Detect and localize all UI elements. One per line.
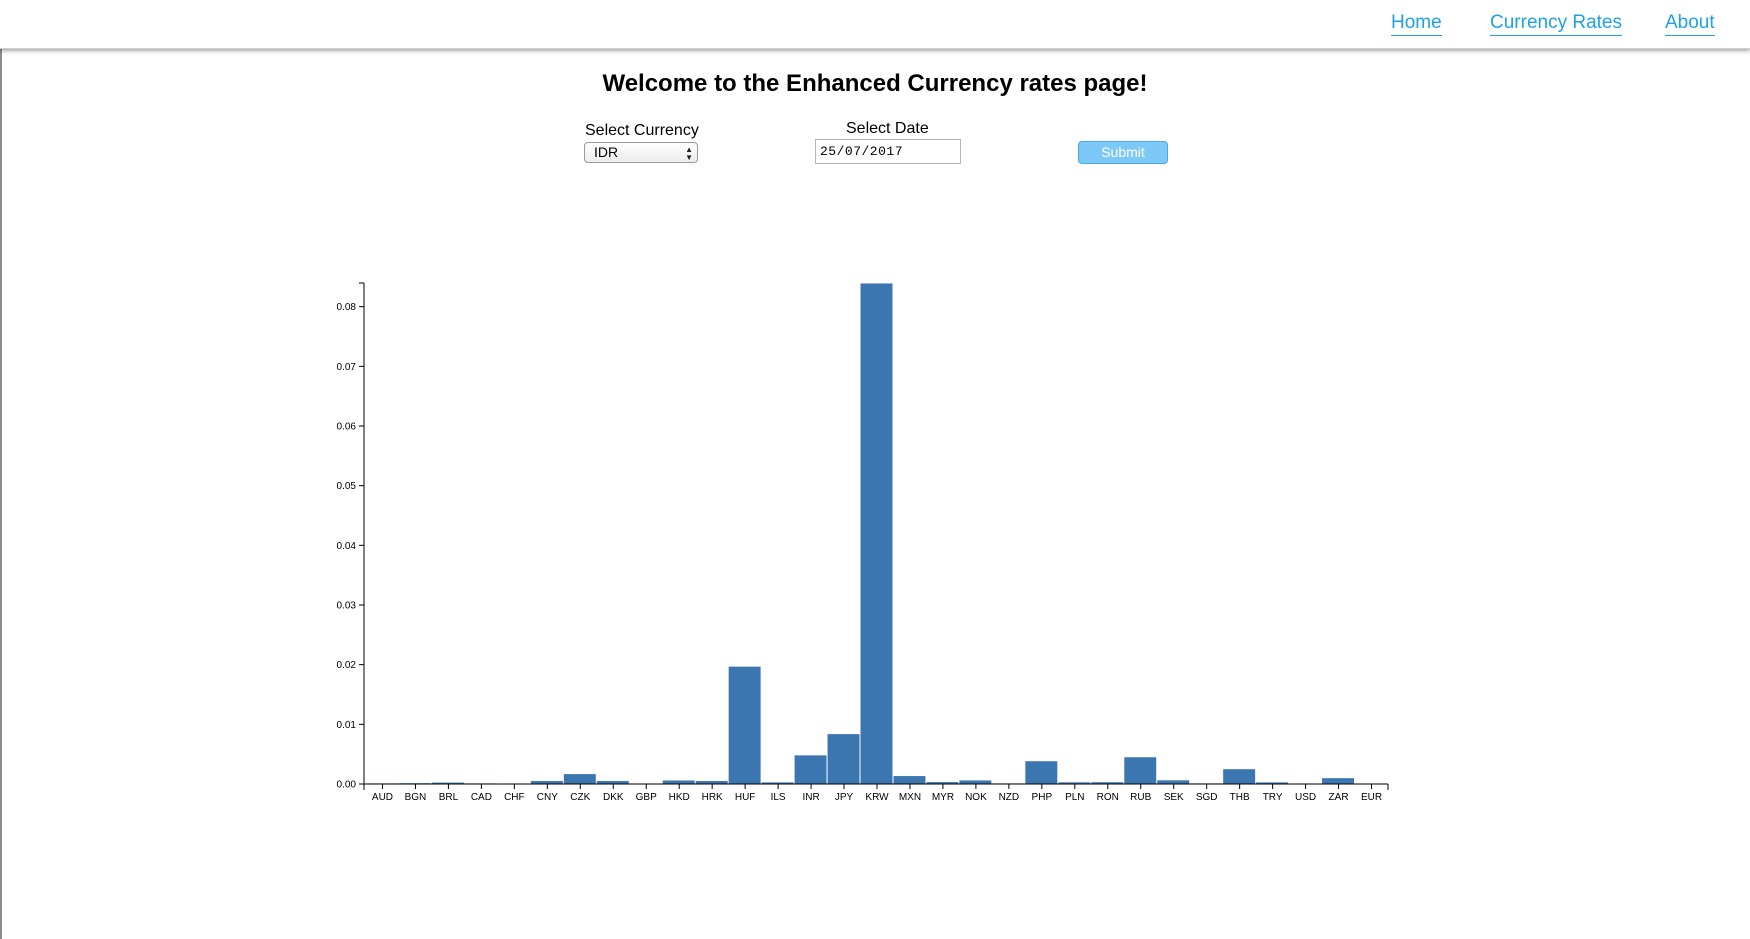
chart-y-tick-label: 0.03 xyxy=(337,601,357,612)
chart-x-tick-label: ILS xyxy=(771,792,786,803)
chart-bar-rub xyxy=(1124,757,1157,784)
chart-x-tick-label: PLN xyxy=(1065,792,1084,803)
chart-y-tick-label: 0.05 xyxy=(337,481,357,492)
chart-x-tick-label: GBP xyxy=(636,792,657,803)
chart-bar-zar xyxy=(1322,778,1355,784)
chart-x-tick-label: SGD xyxy=(1196,792,1218,803)
chart-x-tick-label: PHP xyxy=(1032,792,1053,803)
chart-x-tick-label: THB xyxy=(1230,792,1250,803)
chart-y-tick-label: 0.04 xyxy=(337,541,357,552)
chart-x-tick-label: BGN xyxy=(405,792,427,803)
chart-x-tick-label: DKK xyxy=(603,792,624,803)
chart-y-tick-label: 0.08 xyxy=(337,302,357,313)
chart-y-tick-label: 0.01 xyxy=(337,720,357,731)
chart-y-tick-label: 0.07 xyxy=(337,362,357,373)
chart-x-tick-label: RON xyxy=(1097,792,1119,803)
chart-x-tick-label: CNY xyxy=(537,792,558,803)
chart-bar-sek xyxy=(1157,780,1190,784)
chart-x-tick-label: AUD xyxy=(372,792,393,803)
chart-x-tick-label: EUR xyxy=(1361,792,1382,803)
chart-x-tick-label: SEK xyxy=(1164,792,1184,803)
chart-x-tick-label: HUF xyxy=(735,792,756,803)
chart-bar-thb xyxy=(1223,769,1256,784)
chart-y-tick-label: 0.06 xyxy=(337,422,357,433)
chart-bar-krw xyxy=(860,283,893,784)
chart-bar-mxn xyxy=(893,776,926,784)
chart-x-tick-label: MXN xyxy=(899,792,921,803)
chart-x-tick-label: BRL xyxy=(439,792,459,803)
chart-x-tick-label: NOK xyxy=(965,792,987,803)
chart-bar-nok xyxy=(959,780,992,784)
currency-bar-chart: 0.00 0.01 0.02 0.03 0.04 0.05 0.06 0.07 0.08 AUD B… xyxy=(337,282,1389,803)
chart-bar-jpy xyxy=(827,734,860,784)
chart-x-tick-label: KRW xyxy=(865,792,889,803)
chart-bar-inr xyxy=(794,755,827,784)
chart-y-tick-label: 0.02 xyxy=(337,660,357,671)
chart-x-tick-label: USD xyxy=(1295,792,1316,803)
chart-x-tick-label: TRY xyxy=(1263,792,1283,803)
chart-x-tick-label: HRK xyxy=(702,792,723,803)
chart-x-tick-label: JPY xyxy=(835,792,854,803)
chart-x-tick-label: CHF xyxy=(504,792,525,803)
chart-bar-hkd xyxy=(662,780,695,784)
chart-bar-huf xyxy=(728,666,761,784)
chart-x-tick-label: CZK xyxy=(570,792,590,803)
chart-x-tick-label: INR xyxy=(802,792,819,803)
chart-bar-czk xyxy=(563,774,596,784)
chart-bar-php xyxy=(1025,761,1058,784)
chart-x-tick-label: CAD xyxy=(471,792,492,803)
chart-x-tick-label: NZD xyxy=(999,792,1020,803)
chart-x-tick-label: RUB xyxy=(1130,792,1151,803)
chart-x-tick-label: HKD xyxy=(669,792,690,803)
chart-y-tick-label: 0.00 xyxy=(337,780,357,791)
chart-x-tick-label: ZAR xyxy=(1329,792,1349,803)
chart-x-tick-label: MYR xyxy=(932,792,954,803)
